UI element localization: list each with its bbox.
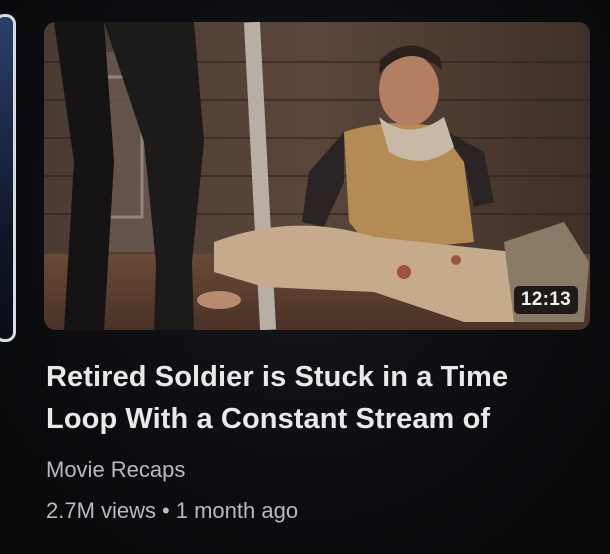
- previous-video-card[interactable]: [0, 14, 16, 342]
- channel-name[interactable]: Movie Recaps: [46, 456, 185, 484]
- video-metadata: 2.7M views • 1 month ago: [46, 497, 298, 525]
- view-count: 2.7M views: [46, 498, 157, 523]
- video-title[interactable]: Retired Soldier is Stuck in a Time Loop …: [46, 356, 586, 440]
- upload-age: 1 month ago: [175, 498, 299, 523]
- metadata-separator: •: [162, 498, 170, 523]
- video-feed: 12:13 Retired Soldier is Stuck in a Time…: [0, 0, 610, 554]
- thumbnail-image: [44, 22, 590, 330]
- video-thumbnail[interactable]: 12:13: [44, 22, 590, 330]
- video-duration-badge: 12:13: [513, 286, 578, 314]
